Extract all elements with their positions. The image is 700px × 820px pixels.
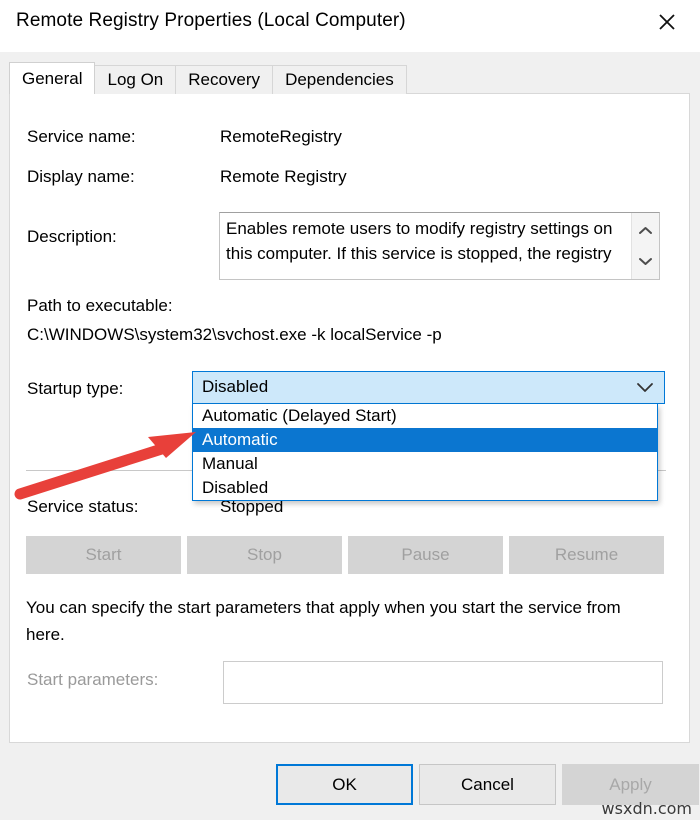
service-action-buttons: Start Stop Pause Resume xyxy=(26,536,666,574)
dropdown-option-label: Manual xyxy=(202,454,258,473)
scroll-up-button[interactable] xyxy=(632,218,659,244)
tab-strip: General Log On Recovery Dependencies xyxy=(9,62,407,94)
tab-dependencies-label: Dependencies xyxy=(285,70,394,89)
resume-button-label: Resume xyxy=(554,545,619,564)
tab-log-on-label: Log On xyxy=(107,70,164,89)
dialog-footer: OK Cancel Apply xyxy=(0,758,700,820)
start-button[interactable]: Start xyxy=(26,536,181,574)
stop-button-label: Stop xyxy=(247,545,282,564)
description-box: Enables remote users to modify registry … xyxy=(219,212,660,280)
cancel-button-label: Cancel xyxy=(461,774,514,794)
chevron-down-icon xyxy=(636,381,654,397)
cancel-button[interactable]: Cancel xyxy=(419,764,556,805)
startup-type-label: Startup type: xyxy=(27,379,124,398)
tab-recovery[interactable]: Recovery xyxy=(175,65,274,94)
startup-type-value: Disabled xyxy=(202,377,269,396)
description-value: Enables remote users to modify registry … xyxy=(226,219,613,263)
start-parameters-help-text: You can specify the start parameters tha… xyxy=(26,598,621,644)
pause-button[interactable]: Pause xyxy=(348,536,503,574)
path-to-executable-value: C:\WINDOWS\system32\svchost.exe -k local… xyxy=(27,325,442,344)
tab-general[interactable]: General xyxy=(9,62,96,94)
window-title: Remote Registry Properties (Local Comput… xyxy=(16,10,406,31)
startup-type-dropdown-list[interactable]: Automatic (Delayed Start) Automatic Manu… xyxy=(192,404,658,501)
description-scrollbar[interactable] xyxy=(631,213,659,279)
ok-button-label: OK xyxy=(332,774,357,794)
dropdown-option-label: Automatic (Delayed Start) xyxy=(202,406,397,425)
service-properties-dialog: Remote Registry Properties (Local Comput… xyxy=(0,0,700,820)
path-to-executable-label: Path to executable: xyxy=(27,296,173,315)
close-icon xyxy=(657,12,677,32)
title-bar: Remote Registry Properties (Local Comput… xyxy=(0,0,700,52)
dropdown-option-label: Disabled xyxy=(202,478,269,497)
dropdown-option-manual[interactable]: Manual xyxy=(193,452,657,476)
tab-recovery-label: Recovery xyxy=(188,70,261,89)
dropdown-option-automatic[interactable]: Automatic xyxy=(193,428,657,452)
chevron-up-icon xyxy=(639,222,652,240)
watermark: wsxdn.com xyxy=(601,799,692,818)
tab-general-label: General xyxy=(22,68,83,88)
ok-button[interactable]: OK xyxy=(276,764,413,805)
start-parameters-input[interactable] xyxy=(223,661,663,704)
service-status-label: Service status: xyxy=(27,497,139,516)
dropdown-option-disabled[interactable]: Disabled xyxy=(193,476,657,500)
pause-button-label: Pause xyxy=(401,545,450,564)
chevron-down-icon xyxy=(639,253,652,271)
apply-button-label: Apply xyxy=(609,774,652,794)
description-label: Description: xyxy=(27,227,117,246)
dropdown-option-automatic-delayed[interactable]: Automatic (Delayed Start) xyxy=(193,404,657,428)
service-name-label: Service name: xyxy=(27,127,136,146)
dropdown-option-label: Automatic xyxy=(202,430,278,449)
resume-button[interactable]: Resume xyxy=(509,536,664,574)
service-name-value: RemoteRegistry xyxy=(220,127,342,146)
startup-type-combobox[interactable]: Disabled xyxy=(192,371,665,404)
start-parameters-label: Start parameters: xyxy=(27,670,159,689)
stop-button[interactable]: Stop xyxy=(187,536,342,574)
start-button-label: Start xyxy=(85,545,122,564)
scroll-down-button[interactable] xyxy=(632,249,659,275)
tab-log-on[interactable]: Log On xyxy=(94,65,177,94)
close-button[interactable] xyxy=(640,0,694,44)
display-name-value: Remote Registry xyxy=(220,167,347,186)
tab-dependencies[interactable]: Dependencies xyxy=(272,65,407,94)
display-name-label: Display name: xyxy=(27,167,135,186)
